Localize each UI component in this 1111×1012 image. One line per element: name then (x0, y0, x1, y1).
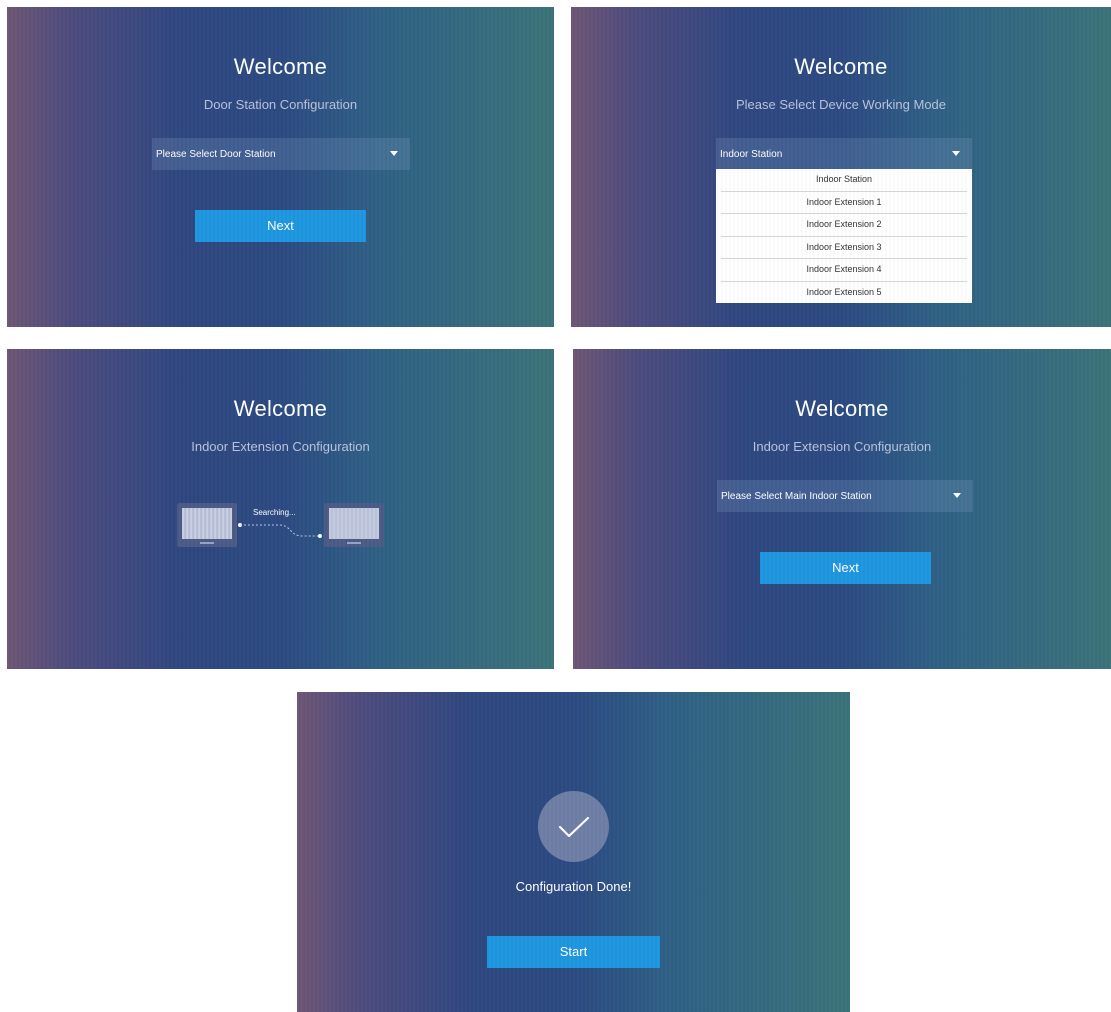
start-button[interactable]: Start (487, 936, 660, 968)
checkmark-icon (558, 816, 589, 837)
searching-screen: Welcome Indoor Extension Configuration S… (7, 349, 554, 669)
door-station-dropdown[interactable]: Please Select Door Station (152, 138, 410, 170)
configuration-done-message: Configuration Done! (515, 879, 632, 894)
welcome-title: Welcome (795, 396, 889, 421)
welcome-title: Welcome (233, 54, 328, 79)
chevron-down-icon (953, 493, 961, 498)
chevron-down-icon (952, 151, 960, 156)
dropdown-value: Indoor Station (720, 148, 783, 160)
menu-item-indoor-station[interactable]: Indoor Station (721, 169, 967, 192)
welcome-title: Welcome (233, 396, 328, 421)
menu-item-indoor-extension-4[interactable]: Indoor Extension 4 (721, 259, 967, 282)
menu-item-indoor-extension-5[interactable]: Indoor Extension 5 (721, 282, 967, 304)
dropdown-value: Please Select Door Station (156, 148, 276, 160)
next-button[interactable]: Next (760, 552, 931, 584)
working-mode-dropdown[interactable]: Indoor Station (716, 138, 972, 170)
screen-subtitle: Indoor Extension Configuration (752, 439, 932, 454)
screen-subtitle: Door Station Configuration (203, 97, 358, 112)
menu-item-indoor-extension-3[interactable]: Indoor Extension 3 (721, 237, 967, 259)
monitor-icon (177, 503, 237, 547)
searching-status: Searching... (253, 508, 296, 517)
monitor-icon (324, 503, 384, 547)
menu-item-indoor-extension-2[interactable]: Indoor Extension 2 (721, 214, 967, 237)
chevron-down-icon (390, 151, 398, 156)
working-mode-menu: Indoor Station Indoor Extension 1 Indoor… (716, 169, 972, 303)
working-mode-screen: Welcome Please Select Device Working Mod… (571, 7, 1111, 327)
dropdown-value: Please Select Main Indoor Station (721, 490, 872, 502)
menu-item-indoor-extension-1[interactable]: Indoor Extension 1 (721, 192, 967, 214)
next-button[interactable]: Next (195, 210, 366, 242)
configuration-done-screen: Configuration Done! Start (297, 692, 850, 1012)
indoor-extension-config-screen: Welcome Indoor Extension Configuration P… (573, 349, 1111, 669)
screen-subtitle: Indoor Extension Configuration (191, 439, 370, 454)
welcome-title: Welcome (794, 54, 888, 79)
main-indoor-station-dropdown[interactable]: Please Select Main Indoor Station (717, 480, 973, 512)
checkmark-circle (538, 791, 609, 862)
screen-subtitle: Please Select Device Working Mode (735, 97, 947, 112)
door-station-config-screen: Welcome Door Station Configuration Pleas… (7, 7, 554, 327)
